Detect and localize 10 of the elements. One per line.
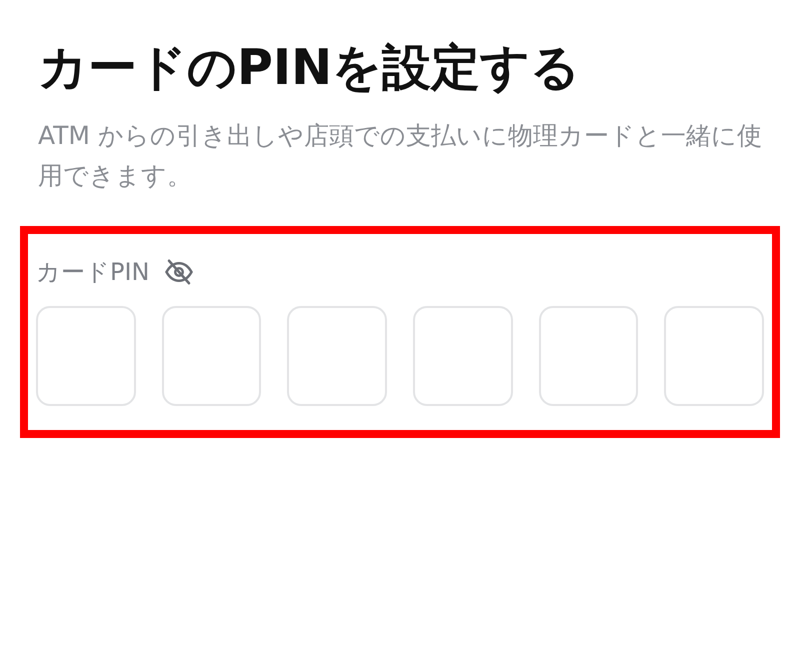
pin-digit-field[interactable]	[287, 306, 388, 406]
pin-digit-field[interactable]	[36, 306, 136, 406]
pin-digit-field[interactable]	[538, 306, 638, 406]
description-text: ATM からの引き出しや店頭での支払いに物理カードと一緒に使用できます。	[38, 120, 763, 192]
pin-digit-field[interactable]	[162, 306, 262, 406]
pin-digit-field[interactable]	[664, 306, 764, 406]
page-title: カードのPINを設定する	[38, 38, 582, 98]
eye-slash-icon[interactable]	[164, 257, 194, 287]
pin-digit-field[interactable]	[413, 306, 513, 406]
pin-label: カードPIN	[36, 257, 150, 288]
